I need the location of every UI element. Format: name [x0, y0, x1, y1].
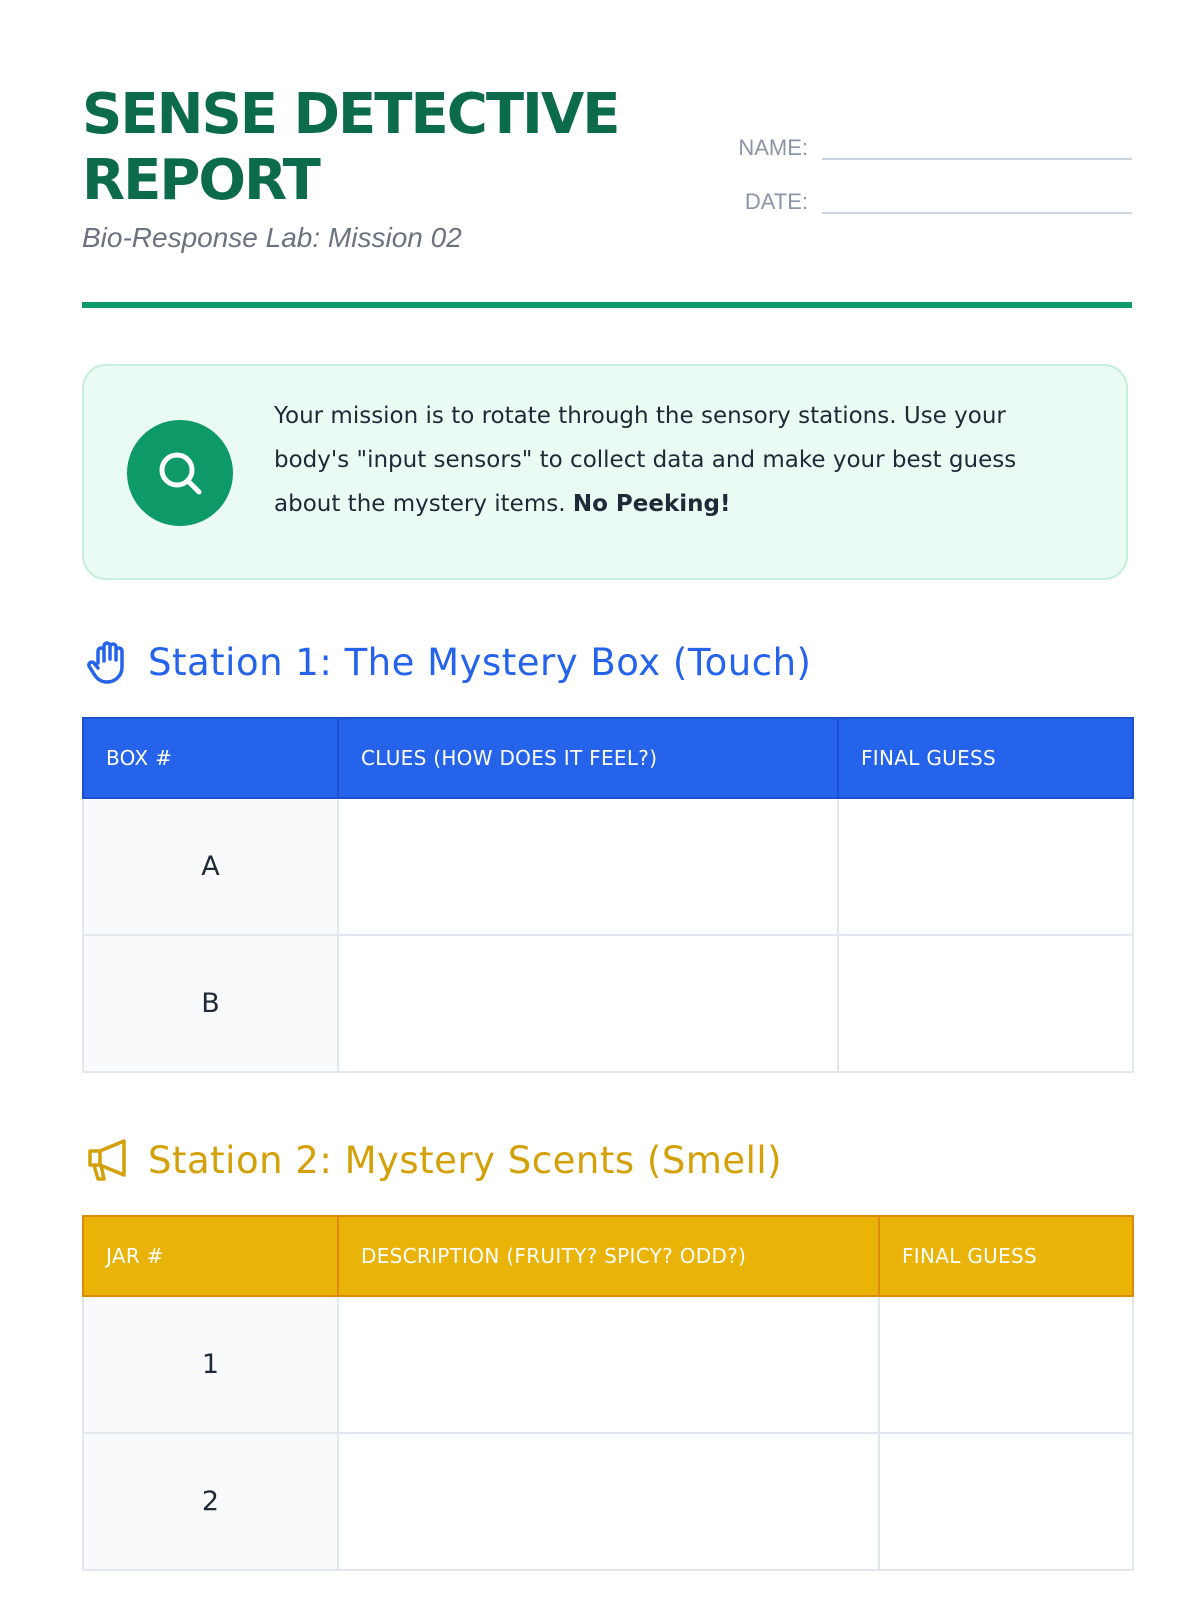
- station-1-title: Station 1: The Mystery Box (Touch): [148, 640, 812, 684]
- page-subtitle: Bio-Response Lab: Mission 02: [82, 222, 462, 253]
- date-label: DATE:: [744, 189, 808, 214]
- station-1-table: BOX # CLUES (HOW DOES IT FEEL?) FINAL GU…: [82, 717, 1134, 1073]
- mission-callout: Your mission is to rotate through the se…: [82, 364, 1128, 580]
- date-field[interactable]: [822, 212, 1132, 214]
- report-header: SENSE DETECTIVE REPORT Bio-Response Lab:…: [82, 82, 1132, 262]
- final-guess-cell[interactable]: [878, 1295, 1134, 1434]
- row-label: 1: [82, 1295, 339, 1434]
- worksheet-page: SENSE DETECTIVE REPORT Bio-Response Lab:…: [82, 0, 1134, 1600]
- name-field-row: NAME:: [712, 122, 1132, 162]
- station-2-table: JAR # DESCRIPTION (FRUITY? SPICY? ODD?) …: [82, 1215, 1134, 1571]
- name-field[interactable]: [822, 158, 1132, 160]
- column-header: BOX #: [82, 717, 339, 799]
- table-row: A: [82, 797, 1134, 936]
- table-row: 1: [82, 1295, 1134, 1434]
- column-header: CLUES (HOW DOES IT FEEL?): [337, 717, 839, 799]
- column-header: FINAL GUESS: [837, 717, 1134, 799]
- column-header: DESCRIPTION (FRUITY? SPICY? ODD?): [337, 1215, 880, 1297]
- station-1-heading: Station 1: The Mystery Box (Touch): [82, 634, 812, 690]
- description-cell[interactable]: [337, 1432, 880, 1571]
- header-divider: [82, 302, 1132, 308]
- mission-emphasis: No Peeking!: [572, 491, 731, 517]
- name-label: NAME:: [738, 135, 808, 160]
- table-row: B: [82, 934, 1134, 1073]
- row-label: A: [82, 797, 339, 936]
- table-header-row: JAR # DESCRIPTION (FRUITY? SPICY? ODD?) …: [82, 1215, 1134, 1297]
- description-cell[interactable]: [337, 1295, 880, 1434]
- row-label: 2: [82, 1432, 339, 1571]
- row-label: B: [82, 934, 339, 1073]
- date-field-row: DATE:: [712, 176, 1132, 216]
- page-title: SENSE DETECTIVE REPORT: [82, 82, 620, 213]
- final-guess-cell[interactable]: [837, 797, 1134, 936]
- clues-cell[interactable]: [337, 797, 839, 936]
- search-icon: [127, 420, 233, 526]
- final-guess-cell[interactable]: [837, 934, 1134, 1073]
- megaphone-icon: [82, 1133, 136, 1187]
- column-header: FINAL GUESS: [878, 1215, 1134, 1297]
- hand-icon: [82, 635, 136, 689]
- mission-text: Your mission is to rotate through the se…: [274, 394, 1074, 526]
- table-header-row: BOX # CLUES (HOW DOES IT FEEL?) FINAL GU…: [82, 717, 1134, 799]
- column-header: JAR #: [82, 1215, 339, 1297]
- station-2-title: Station 2: Mystery Scents (Smell): [148, 1138, 783, 1182]
- station-2-heading: Station 2: Mystery Scents (Smell): [82, 1132, 782, 1188]
- student-info-fields: NAME: DATE:: [712, 122, 1132, 230]
- final-guess-cell[interactable]: [878, 1432, 1134, 1571]
- clues-cell[interactable]: [337, 934, 839, 1073]
- table-row: 2: [82, 1432, 1134, 1571]
